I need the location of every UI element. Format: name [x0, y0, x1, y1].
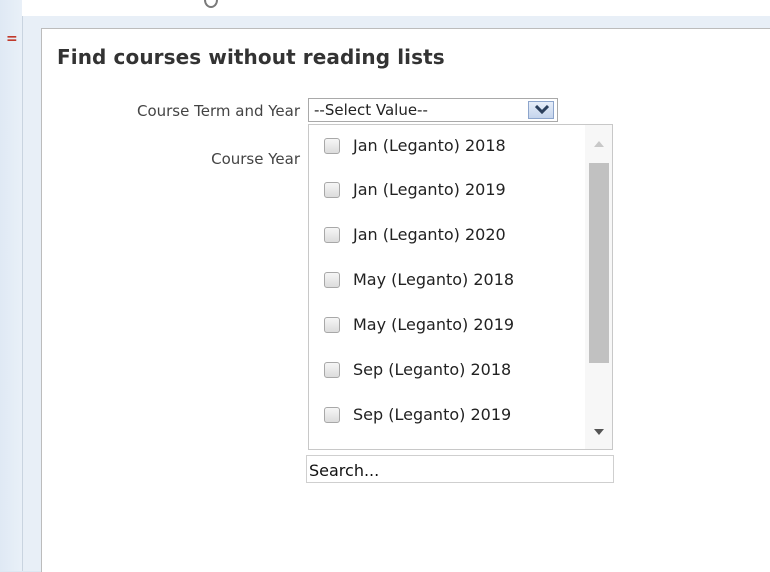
- option-label: Jan (Leganto) 2018: [353, 136, 506, 155]
- select-value: --Select Value--: [314, 101, 428, 119]
- chevron-down-icon: [535, 105, 549, 115]
- dropdown-search-input[interactable]: [306, 455, 614, 483]
- clipped-glyph: [204, 0, 218, 8]
- option-label: Sep (Leganto) 2018: [353, 360, 512, 379]
- option-jan-2019[interactable]: Jan (Leganto) 2019: [309, 169, 579, 213]
- checkbox[interactable]: [324, 317, 340, 333]
- checkbox[interactable]: [324, 182, 340, 198]
- page-background-left: [0, 0, 22, 571]
- find-courses-card: Find courses without reading lists Cours…: [41, 28, 770, 572]
- top-strip: [22, 0, 770, 16]
- card-title: Find courses without reading lists: [57, 45, 445, 69]
- course-year-label: Course Year: [211, 150, 300, 168]
- checkbox[interactable]: [324, 138, 340, 154]
- scroll-up-arrow-icon[interactable]: [594, 141, 604, 147]
- option-sep-2018[interactable]: Sep (Leganto) 2018: [309, 349, 579, 393]
- option-sep-2019[interactable]: Sep (Leganto) 2019: [309, 394, 579, 438]
- option-label: May (Leganto) 2018: [353, 270, 515, 289]
- checkbox[interactable]: [324, 272, 340, 288]
- term-options-list: Jan (Leganto) 2018 Jan (Leganto) 2019 Ja…: [308, 124, 613, 450]
- checkbox[interactable]: [324, 362, 340, 378]
- checkbox[interactable]: [324, 407, 340, 423]
- checkbox[interactable]: [324, 227, 340, 243]
- option-may-2018[interactable]: May (Leganto) 2018: [309, 259, 579, 303]
- red-marker-icon: =: [6, 31, 18, 47]
- dropdown-scrollbar[interactable]: [585, 125, 612, 449]
- option-jan-2020[interactable]: Jan (Leganto) 2020: [309, 214, 579, 258]
- option-may-2019[interactable]: May (Leganto) 2019: [309, 304, 579, 348]
- option-label: Jan (Leganto) 2019: [353, 180, 506, 199]
- option-label: Jan (Leganto) 2020: [353, 225, 506, 244]
- option-label: Sep (Leganto) 2019: [353, 405, 512, 424]
- option-label: May (Leganto) 2019: [353, 315, 515, 334]
- scroll-down-arrow-icon[interactable]: [594, 429, 604, 435]
- course-term-year-label: Course Term and Year: [136, 102, 300, 120]
- course-term-year-select[interactable]: --Select Value--: [308, 98, 558, 122]
- scroll-thumb[interactable]: [589, 163, 609, 363]
- select-dropdown-button[interactable]: [528, 101, 554, 119]
- option-jan-2018[interactable]: Jan (Leganto) 2018: [309, 125, 579, 169]
